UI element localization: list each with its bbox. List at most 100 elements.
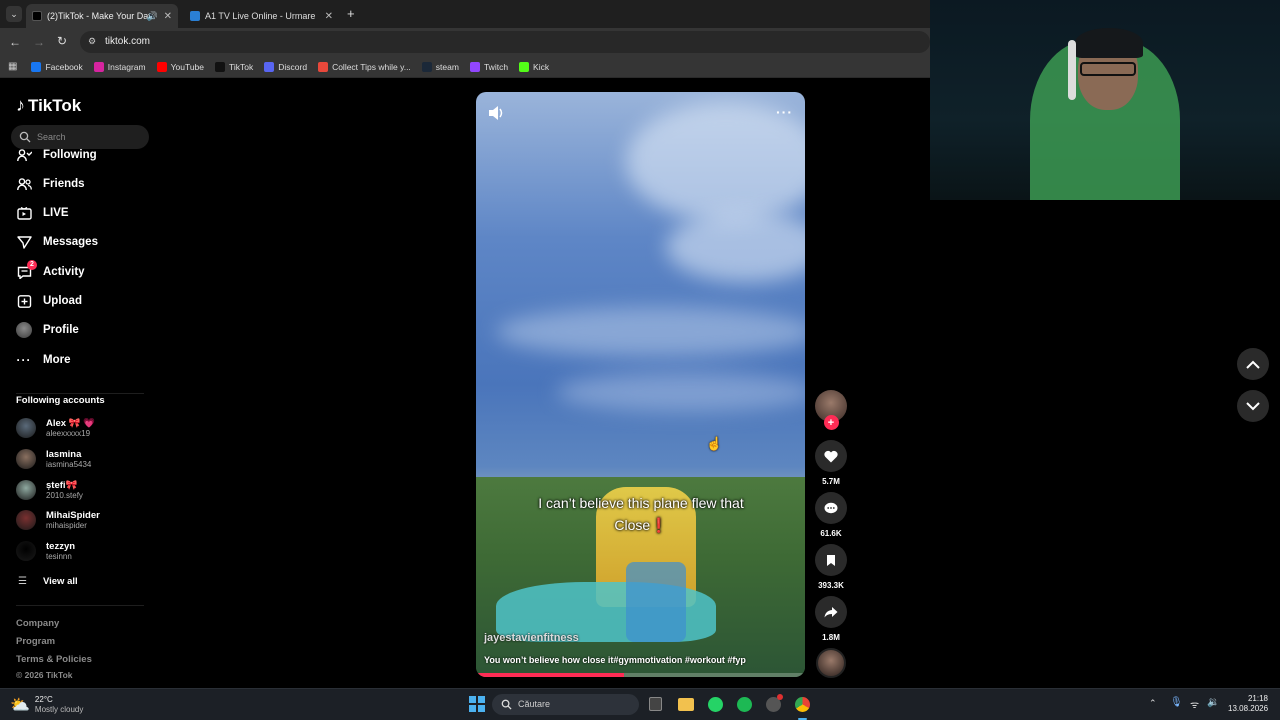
video-description[interactable]: You won’t believe how close it#gymmotiva… xyxy=(484,655,746,665)
tab-tiktok[interactable]: (2)TikTok - Make Your Day 🔊 ✕ xyxy=(26,4,178,28)
volume-icon[interactable] xyxy=(488,105,506,121)
browser-toolbar: ← → ↻ ⚙ tiktok.com xyxy=(0,28,930,56)
bookmark-facebook[interactable]: Facebook xyxy=(31,61,83,72)
comment-action[interactable]: 61.6K xyxy=(815,492,847,538)
follow-plus-icon[interactable]: + xyxy=(823,415,839,430)
apps-grid-icon[interactable]: ▦ xyxy=(8,61,17,72)
youtube-icon xyxy=(156,61,167,72)
bookmark-discord[interactable]: Discord xyxy=(264,61,308,72)
a1tv-favicon-icon xyxy=(190,11,200,21)
following-account[interactable]: MihaiSpider mihaispider xyxy=(16,510,100,530)
nav-item-live[interactable]: LIVE xyxy=(16,205,69,221)
video-more-icon[interactable]: ··· xyxy=(776,104,793,120)
following-account[interactable]: tezzyn tesinnn xyxy=(16,541,75,561)
tray-overflow-icon[interactable]: ⌃ xyxy=(1149,698,1157,709)
speaker-icon[interactable]: 🔊 xyxy=(147,11,158,22)
sound-disc[interactable] xyxy=(815,648,847,678)
video-player[interactable]: ··· I can’t believe this plane flew that… xyxy=(476,92,805,677)
bookmark-label: Discord xyxy=(278,61,308,72)
tab-search-button[interactable]: ⌄ xyxy=(6,6,22,22)
next-video-button[interactable] xyxy=(1237,390,1269,422)
tips-icon xyxy=(318,61,329,72)
footer-link[interactable]: Company xyxy=(16,618,59,629)
tiktok-logo[interactable]: ♪ TikTok xyxy=(16,95,81,116)
bookmark-label: TikTok xyxy=(229,61,254,72)
bookmark-tips[interactable]: Collect Tips while y... xyxy=(318,61,411,72)
taskbar-search-placeholder: Căutare xyxy=(518,699,551,709)
comment-button[interactable] xyxy=(815,492,847,524)
like-action[interactable]: 5.7M xyxy=(815,440,847,486)
search-icon xyxy=(501,699,512,710)
account-name: Iasmina xyxy=(46,448,82,460)
bookmark-youtube[interactable]: YouTube xyxy=(156,61,204,72)
bookmark-steam[interactable]: steam xyxy=(421,61,459,72)
whatsapp-icon[interactable] xyxy=(708,697,723,712)
instagram-icon xyxy=(93,61,104,72)
account-name: ștefi🎀 xyxy=(46,479,78,491)
cloud xyxy=(626,102,805,222)
share-button[interactable] xyxy=(815,596,847,628)
nav-item-messages[interactable]: Messages xyxy=(16,234,98,250)
task-view-icon[interactable] xyxy=(649,697,662,711)
taskbar-search[interactable]: Căutare xyxy=(492,694,639,715)
tiktok-favicon-icon xyxy=(32,11,42,21)
hand-cursor-icon: ☝ xyxy=(706,436,723,451)
account-username: 2010.stefy xyxy=(46,490,83,500)
nav-item-friends[interactable]: Friends xyxy=(16,176,85,192)
save-button[interactable] xyxy=(815,544,847,576)
bookmark-instagram[interactable]: Instagram xyxy=(93,61,146,72)
wifi-icon[interactable]: ᯤ xyxy=(1190,697,1199,711)
nav-item-profile[interactable]: Profile xyxy=(16,322,79,338)
bookmark-tiktok[interactable]: TikTok xyxy=(215,61,254,72)
close-tab-icon[interactable]: ✕ xyxy=(164,11,172,22)
search-box[interactable]: Search xyxy=(11,125,149,149)
creator-avatar-group[interactable]: + xyxy=(815,390,847,430)
save-action[interactable]: 393.3K xyxy=(815,544,847,590)
following-account[interactable]: ștefi🎀 2010.stefy xyxy=(16,480,83,500)
spotify-icon[interactable] xyxy=(737,697,752,712)
bookmark-kick[interactable]: Kick xyxy=(519,61,549,72)
avatar xyxy=(16,449,36,469)
bookmark-twitch[interactable]: Twitch xyxy=(469,61,508,72)
back-icon[interactable]: ← xyxy=(9,35,21,49)
file-explorer-icon[interactable] xyxy=(678,698,694,711)
music-disc-icon[interactable] xyxy=(816,648,846,678)
nav-label: Following xyxy=(43,149,97,161)
forward-icon[interactable]: → xyxy=(33,35,45,49)
chrome-icon[interactable] xyxy=(795,697,810,712)
following-icon xyxy=(16,147,32,163)
footer-link[interactable]: Program xyxy=(16,636,55,647)
address-bar[interactable]: ⚙ tiktok.com xyxy=(80,31,930,53)
following-account[interactable]: Alex 🎀 💗 aleexxxxx19 xyxy=(16,418,95,438)
tab-a1tv[interactable]: A1 TV Live Online - Urmareste ✕ xyxy=(184,4,339,28)
nav-item-following[interactable]: Following xyxy=(16,147,97,163)
following-account[interactable]: Iasmina iasmina5434 xyxy=(16,449,91,469)
microphone-icon[interactable]: 🎙 xyxy=(1170,697,1183,708)
webcam-hair xyxy=(1075,28,1143,58)
messages-icon xyxy=(16,234,32,250)
nav-label: Profile xyxy=(43,324,79,336)
bookmarks-bar: ▦ Facebook Instagram YouTube TikTok Discord C… xyxy=(0,56,930,78)
view-all-button[interactable]: ☰ View all xyxy=(18,576,78,587)
video-author[interactable]: jayestavienfitness xyxy=(484,632,579,644)
facebook-icon xyxy=(31,61,42,72)
comment-icon xyxy=(824,502,838,513)
nav-item-upload[interactable]: Upload xyxy=(16,293,82,309)
windows-start-icon[interactable] xyxy=(469,696,485,712)
site-info-icon[interactable]: ⚙ xyxy=(88,36,96,47)
new-tab-icon[interactable]: + xyxy=(347,6,355,21)
reload-icon[interactable]: ↻ xyxy=(57,34,67,48)
nav-item-more[interactable]: ··· More xyxy=(16,352,71,368)
previous-video-button[interactable] xyxy=(1237,348,1269,380)
close-tab-icon[interactable]: ✕ xyxy=(325,11,333,22)
account-name: MihaiSpider xyxy=(46,509,100,521)
video-progress-track[interactable] xyxy=(476,673,805,677)
heart-icon xyxy=(824,450,838,462)
nav-item-activity[interactable]: 2 Activity xyxy=(16,260,85,280)
footer-link[interactable]: Terms & Policies xyxy=(16,654,92,665)
weather-widget[interactable]: ⛅ 22°C Mostly cloudy xyxy=(10,695,83,715)
volume-icon[interactable]: 🔉 xyxy=(1207,697,1219,708)
like-button[interactable] xyxy=(815,440,847,472)
share-action[interactable]: 1.8M xyxy=(815,596,847,642)
clock[interactable]: 21:18 13.08.2026 xyxy=(1228,694,1268,714)
